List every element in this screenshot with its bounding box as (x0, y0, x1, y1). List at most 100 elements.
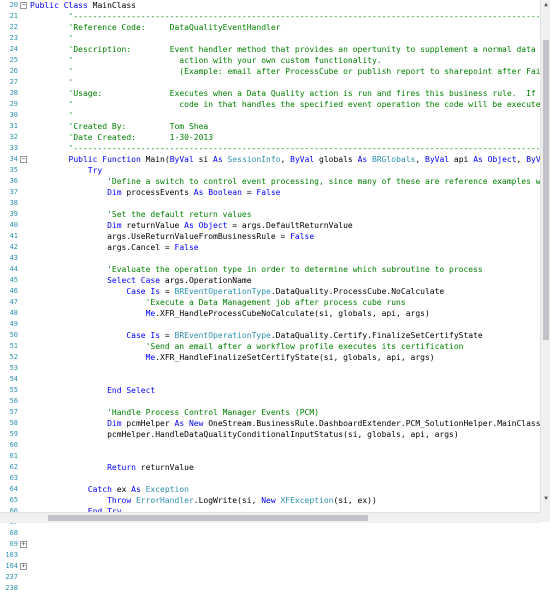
code-token: si (198, 155, 214, 164)
code-token: = (164, 287, 175, 296)
code-line: Me.XFR_HandleProcessCubeNoCalculate(si, … (30, 308, 430, 319)
code-token: 1-30-2013 (135, 133, 214, 142)
line-number: 57 (9, 408, 18, 416)
code-token: 'Date Created: (30, 133, 136, 142)
code-token: api (453, 155, 474, 164)
line-number: 55 (9, 386, 18, 394)
code-line: Public Function Main(ByVal si As Session… (30, 154, 540, 165)
code-token: Event handler method that provides an op… (131, 45, 540, 54)
scroll-up-icon[interactable]: ▲ (541, 0, 550, 9)
code-line: Dim processEvents As Boolean = False (30, 187, 280, 198)
code-line: 'Reference Code: DataQualityEventHandler (30, 22, 281, 33)
code-token: args.UseReturnValueFromBusinessRule = (30, 232, 291, 241)
code-line: 'Description: Event handler method that … (30, 44, 540, 55)
code-token: MainClass (92, 1, 136, 10)
line-number: 63 (9, 474, 18, 482)
code-token: = (246, 188, 257, 197)
code-token: pcmHelper.HandleDataQualityConditionalIn… (30, 430, 459, 439)
minus-box-icon[interactable]: − (20, 2, 27, 9)
code-token: .XFR_HandleProcessCubeNoCalculate(si, gl… (155, 309, 430, 318)
code-token: New (261, 496, 281, 505)
code-token: , (415, 155, 426, 164)
code-token: DataQualityEventHandler (145, 23, 281, 32)
code-line: ' (30, 33, 74, 44)
code-token: Return (30, 463, 141, 472)
code-area[interactable]: Public Class MainClass '----------------… (30, 0, 540, 512)
vertical-scroll-thumb[interactable] (543, 40, 549, 340)
code-line: 'Created By: Tom Shea (30, 121, 209, 132)
code-token: XFException (280, 496, 334, 505)
code-line: 'Evaluate the operation type in order to… (30, 264, 483, 275)
code-token: .XFR_HandleFinalizeSetCertifyState(si, g… (155, 353, 435, 362)
horizontal-scrollbar[interactable] (0, 512, 540, 523)
code-token: False (290, 232, 315, 241)
code-token: Catch (30, 485, 117, 494)
code-token: ex (116, 485, 132, 494)
scrollbar-corner (540, 512, 550, 522)
line-number-gutter: 20−21 22 23 24 25 26 27 28 29 30 31 32 33 34−35 36 37 38… (0, 0, 30, 592)
code-token: '---------------------------------------… (68, 144, 540, 153)
line-number: 27 (9, 78, 18, 86)
line-number: 49 (9, 320, 18, 328)
line-number: 21 (9, 12, 18, 20)
minus-box-icon[interactable]: − (20, 156, 27, 163)
code-line: ' (30, 110, 74, 121)
code-token: ' code in that handles the specified eve… (30, 100, 540, 109)
line-number: 20 (9, 1, 18, 9)
vertical-scrollbar[interactable]: ▲ ▼ (540, 0, 550, 512)
code-line: 'Define a switch to control event proces… (30, 176, 540, 187)
code-token: Throw (30, 496, 136, 505)
code-token: = args.DefaultReturnValue (232, 221, 353, 230)
line-number: 24 (9, 45, 18, 53)
code-token: Dim (30, 419, 127, 428)
line-number: 23 (9, 34, 18, 42)
code-token: ByVal (169, 155, 199, 164)
line-number: 35 (9, 166, 18, 174)
code-token: ' action with your own custom functional… (30, 56, 382, 65)
plus-box-icon[interactable]: + (20, 563, 27, 570)
line-number: 48 (9, 309, 18, 317)
code-token: args.OperationName (164, 276, 252, 285)
line-number: 40 (9, 221, 18, 229)
code-token: ByVal (526, 155, 540, 164)
code-line: Try (30, 165, 102, 176)
code-token: Exception (145, 485, 189, 494)
code-token: , (280, 155, 291, 164)
code-token: OneStream.BusinessRule.DashboardExtender… (208, 419, 540, 428)
scroll-down-icon[interactable]: ▼ (541, 494, 550, 503)
code-token: As Boolean (193, 188, 247, 197)
code-token: BREventOperationType (174, 331, 271, 340)
code-token: Dim (30, 188, 127, 197)
line-number: 103 (5, 551, 18, 559)
line-number: 26 (9, 67, 18, 75)
line-number: 37 (9, 188, 18, 196)
code-line: Case Is = BREventOperationType.DataQuali… (30, 286, 444, 297)
code-line: '---------------------------------------… (30, 143, 540, 154)
code-editor[interactable]: 20−21 22 23 24 25 26 27 28 29 30 31 32 33 34−35 36 37 38… (0, 0, 550, 592)
code-token: 'Define a switch to control event proces… (107, 177, 540, 186)
horizontal-scroll-thumb[interactable] (48, 515, 368, 521)
code-token: 'Send an email after a workflow profile … (30, 342, 464, 351)
line-number: 45 (9, 276, 18, 284)
line-number: 59 (9, 430, 18, 438)
code-token: ' (30, 111, 74, 120)
code-line: Return returnValue (30, 462, 194, 473)
code-token: As (131, 485, 146, 494)
line-number: 33 (9, 144, 18, 152)
line-number: 42 (9, 243, 18, 251)
code-token: Dim (30, 221, 127, 230)
code-line: args.Cancel = False (30, 242, 199, 253)
code-line: 'Date Created: 1-30-2013 (30, 132, 214, 143)
code-token: returnValue (126, 221, 185, 230)
code-token: As (213, 155, 228, 164)
plus-box-icon[interactable]: + (20, 541, 27, 548)
code-token: .DataQuality.ProcessCube.NoCalculate (270, 287, 445, 296)
line-number: 46 (9, 287, 18, 295)
line-number: 64 (9, 485, 18, 493)
code-token: As Object (184, 221, 233, 230)
line-number: 54 (9, 375, 18, 383)
code-token: ByVal (290, 155, 320, 164)
line-number: 44 (9, 265, 18, 273)
line-number: 41 (9, 232, 18, 240)
code-line: 'Usage: Executes when a Data Quality act… (30, 88, 540, 99)
